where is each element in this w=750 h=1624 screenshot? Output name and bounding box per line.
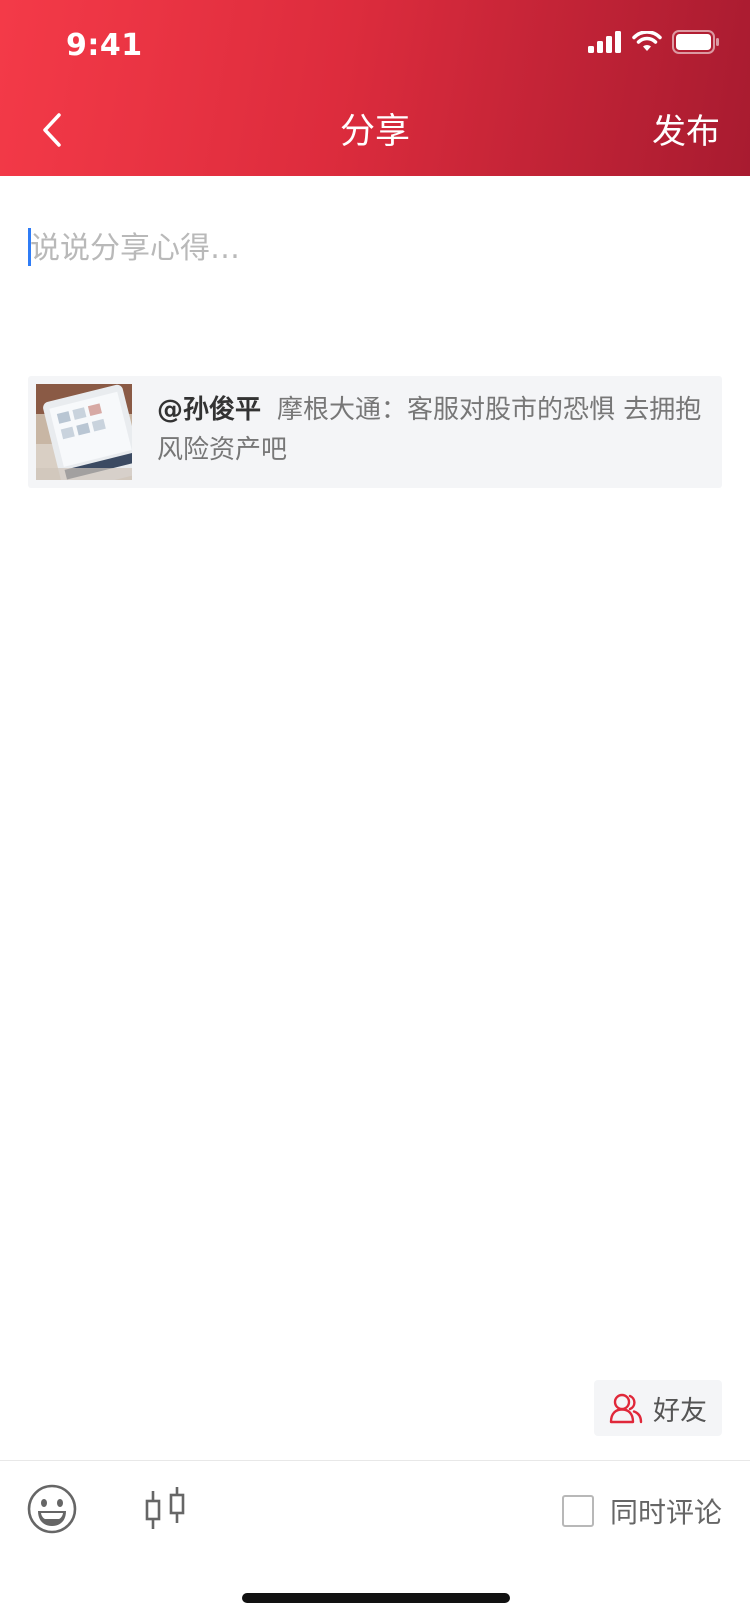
comment-also-toggle[interactable]: 同时评论	[561, 1491, 722, 1531]
article-thumbnail	[36, 384, 132, 480]
comment-checkbox[interactable]	[561, 1495, 594, 1527]
emoji-button[interactable]	[26, 1483, 78, 1535]
article-author: @孙俊平	[157, 395, 262, 425]
friends-label: 好友	[653, 1395, 707, 1427]
share-comment-input[interactable]	[30, 226, 710, 270]
friends-button[interactable]: 好友	[594, 1380, 722, 1436]
status-time: 9:41	[66, 28, 143, 63]
wifi-icon	[632, 30, 662, 57]
publish-button[interactable]: 发布	[652, 108, 720, 156]
cellular-signal-icon	[588, 31, 622, 57]
header: 9:41 分享 发布	[0, 0, 750, 176]
shared-article-card[interactable]: @孙俊平 摩根大通：客服对股市的恐惧 去拥抱风险资产吧	[28, 376, 722, 488]
comment-label: 同时评论	[609, 1496, 722, 1529]
candlestick-chart-icon	[145, 1487, 185, 1529]
compose-area[interactable]	[28, 226, 718, 346]
bottom-toolbar: 同时评论	[0, 1460, 750, 1561]
page-title: 分享	[339, 112, 410, 152]
status-icons	[588, 30, 720, 58]
stock-button[interactable]	[140, 1483, 192, 1535]
home-indicator[interactable]	[242, 1593, 510, 1603]
emoji-smile-icon	[27, 1484, 77, 1534]
battery-icon	[672, 30, 720, 58]
article-summary: @孙俊平 摩根大通：客服对股市的恐惧 去拥抱风险资产吧	[157, 390, 704, 470]
user-group-icon	[609, 1393, 643, 1424]
